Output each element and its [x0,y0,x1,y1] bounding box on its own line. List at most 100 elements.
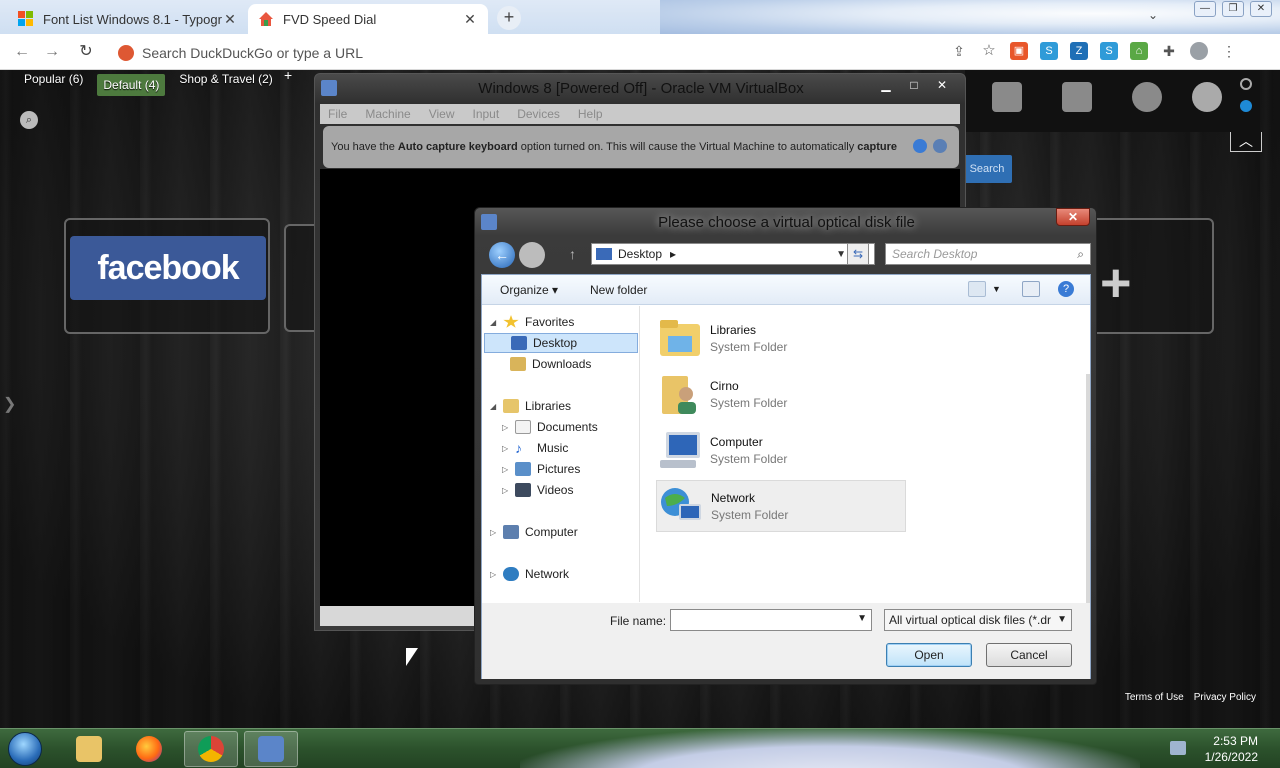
file-name-input[interactable]: ▼ [670,609,872,631]
extension-z-icon[interactable]: Z [1070,42,1088,60]
speed-dial-extension-icon[interactable]: ⌂ [1130,42,1148,60]
nav-computer[interactable]: ▷ Computer [490,522,578,542]
collapse-chevron-up-icon[interactable]: ︿ [1230,132,1262,152]
file-type-select[interactable]: All virtual optical disk files (*.dr ▼ [884,609,1072,631]
extension-s-icon[interactable]: S [1040,42,1058,60]
gear-icon[interactable] [1192,82,1222,112]
nav-documents[interactable]: ▷ Documents [502,417,598,437]
close-button[interactable]: ✕ [929,76,955,94]
puzzle-extensions-icon[interactable]: ✚ [1160,42,1178,60]
search-icon[interactable]: ⌕ [20,111,38,129]
address-bar[interactable]: Search DuckDuckGo or type a URL [110,40,980,66]
nav-music[interactable]: ▷ ♪ Music [502,438,568,458]
expand-triangle-icon[interactable]: ◢ [490,402,500,411]
close-tab-icon[interactable]: ✕ [462,11,478,28]
dialog-close-button[interactable]: ✕ [1056,208,1090,226]
expand-triangle-icon[interactable]: ▷ [490,570,500,579]
notice-dismiss-icon[interactable] [933,139,947,153]
apps-icon[interactable] [1062,82,1092,112]
nav-downloads[interactable]: Downloads [510,354,591,374]
close-tab-icon[interactable]: ✕ [222,11,238,28]
terms-link[interactable]: Terms of Use [1125,692,1184,703]
extension-s2-icon[interactable]: S [1100,42,1118,60]
expand-triangle-icon[interactable]: ▷ [502,444,512,453]
expand-triangle-icon[interactable]: ▷ [502,465,512,474]
taskbar-chrome[interactable] [184,731,238,767]
chevron-down-icon[interactable]: ▼ [1055,610,1067,630]
taskbar-explorer[interactable] [62,731,116,767]
breadcrumb-arrow-icon[interactable]: ▸ [670,247,676,261]
expand-triangle-icon[interactable]: ▷ [490,528,500,537]
tab-fvd-speed-dial[interactable]: FVD Speed Dial ✕ [248,4,488,34]
tab-font-list[interactable]: Font List Windows 8.1 - Typogra ✕ [8,4,248,34]
change-view-icon[interactable] [968,281,986,297]
nav-videos[interactable]: ▷ Videos [502,480,573,500]
network-tray-icon[interactable] [1170,741,1186,755]
address-field[interactable]: Desktop ▸ ▼ [591,243,875,265]
close-window-button[interactable]: ✕ [1250,1,1272,17]
notice-info-icon[interactable] [913,139,927,153]
preview-pane-icon[interactable] [1022,281,1040,297]
scrollbar[interactable] [1086,374,1090,614]
expand-triangle-icon[interactable]: ◢ [490,318,500,327]
restore-button[interactable]: ❐ [1222,1,1244,17]
share-icon[interactable]: ⇪ [950,42,968,60]
new-folder-button[interactable]: New folder [590,283,647,297]
eye-icon[interactable] [1240,100,1252,112]
nav-desktop[interactable]: Desktop [484,333,638,353]
file-item-computer[interactable]: Computer System Folder [656,424,906,476]
cancel-button[interactable]: Cancel [986,643,1072,667]
file-item-network[interactable]: Network System Folder [656,480,906,532]
nav-favorites[interactable]: ◢ Favorites [490,312,574,332]
notes-icon[interactable] [992,82,1022,112]
minimize-button[interactable]: ▁ [873,76,899,94]
back-arrow-icon[interactable]: ← [489,242,515,268]
file-item-cirno[interactable]: Cirno System Folder [656,368,906,420]
add-dial-icon[interactable]: + [1100,252,1132,314]
tab-search-chevron-icon[interactable]: ⌄ [1148,8,1158,22]
extension-red-icon[interactable]: ▣ [1010,42,1028,60]
group-shop-travel[interactable]: Shop & Travel (2) [173,70,278,96]
kebab-menu-icon[interactable]: ⋮ [1220,42,1238,60]
power-icon[interactable] [1240,78,1252,90]
start-button[interactable] [8,732,42,766]
menu-devices[interactable]: Devices [517,104,560,124]
forward-arrow-icon[interactable] [519,242,545,268]
web-search-button[interactable]: Search [962,155,1012,183]
bookmark-star-icon[interactable]: ☆ [980,42,998,60]
menu-input[interactable]: Input [473,104,500,124]
sync-icon[interactable] [1132,82,1162,112]
taskbar-firefox[interactable] [122,731,176,767]
privacy-link[interactable]: Privacy Policy [1194,692,1256,703]
nav-libraries[interactable]: ◢ Libraries [490,396,571,416]
minimize-button[interactable]: — [1194,1,1216,17]
search-input[interactable]: Search Desktop ⌕ [885,243,1091,265]
organize-button[interactable]: Organize ▾ [500,283,558,297]
open-button[interactable]: Open [886,643,972,667]
forward-arrow-icon[interactable]: → [42,42,62,62]
menu-help[interactable]: Help [578,104,603,124]
refresh-icon[interactable]: ⇆ [847,243,869,265]
new-tab-button[interactable]: + [497,6,521,30]
expand-triangle-icon[interactable]: ▷ [502,486,512,495]
side-panel-arrow-icon[interactable]: ❯ [3,394,16,414]
menu-view[interactable]: View [429,104,455,124]
system-clock[interactable]: 2:53 PM 1/26/2022 [1205,733,1258,765]
view-dropdown-chevron-icon[interactable]: ▼ [992,284,1001,294]
maximize-button[interactable]: □ [901,76,927,94]
help-icon[interactable]: ? [1058,281,1074,297]
nav-network[interactable]: ▷ Network [490,564,569,584]
group-popular[interactable]: Popular (6) [18,70,89,96]
chevron-down-icon[interactable]: ▼ [857,613,867,624]
menu-machine[interactable]: Machine [365,104,410,124]
file-item-libraries[interactable]: Libraries System Folder [656,312,906,364]
up-arrow-icon[interactable]: ↑ [569,246,576,262]
taskbar-virtualbox[interactable] [244,731,298,767]
back-arrow-icon[interactable]: ← [12,42,32,62]
nav-pictures[interactable]: ▷ Pictures [502,459,580,479]
add-group-button[interactable]: + [284,67,292,83]
menu-file[interactable]: File [328,104,347,124]
chevron-down-icon[interactable]: ▼ [836,249,846,260]
profile-avatar-icon[interactable] [1190,42,1208,60]
expand-triangle-icon[interactable]: ▷ [502,423,512,432]
